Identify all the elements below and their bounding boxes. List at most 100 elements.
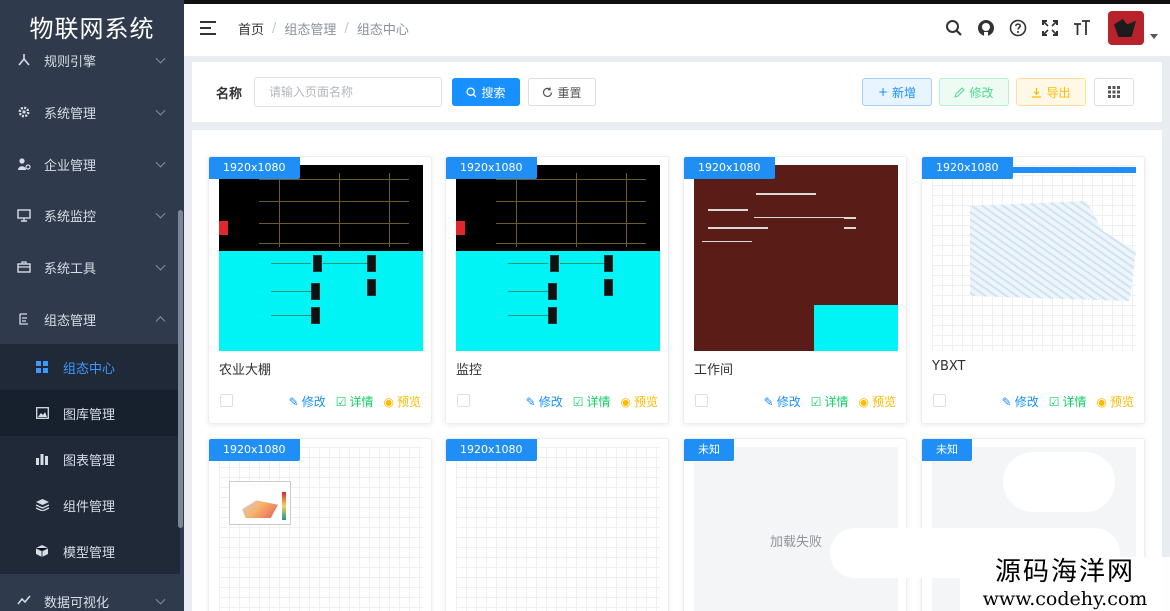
chevron-down-icon	[155, 157, 166, 168]
resolution-badge: 1920x1080	[684, 157, 775, 179]
detail-icon: ☑	[1048, 394, 1060, 409]
resolution-badge: 1920x1080	[209, 439, 300, 461]
sidebar-item-label: 企业管理	[44, 158, 97, 174]
card-preview-link[interactable]: ◉ 预览	[1097, 393, 1135, 410]
sidebar-subitem-gallery[interactable]: 图库管理	[0, 390, 180, 436]
sidebar-item-visualization[interactable]: 数据可视化	[0, 578, 184, 611]
top-header: 首页 / 组态管理 / 组态中心	[184, 0, 1170, 56]
edit-icon: ✎	[1001, 394, 1012, 409]
card-preview-link[interactable]: ◉ 预览	[384, 393, 422, 410]
add-button[interactable]: + 新增	[862, 78, 932, 106]
sidebar-item-label: 数据可视化	[44, 595, 110, 611]
search-icon	[466, 86, 477, 97]
sidebar-subitem-label: 图库管理	[63, 407, 116, 423]
resolution-badge: 1920x1080	[922, 157, 1013, 179]
caret-down-icon[interactable]	[1150, 33, 1158, 39]
card-edit-link[interactable]: ✎ 修改	[289, 393, 326, 410]
card-thumbnail[interactable]	[219, 165, 423, 351]
bar-chart-icon	[35, 452, 49, 466]
grid-icon	[35, 360, 49, 374]
refresh-icon	[543, 87, 553, 97]
eye-icon: ◉	[620, 394, 631, 409]
chevron-down-icon	[155, 594, 166, 605]
sidebar-scrollbar[interactable]	[178, 210, 183, 528]
hamburger-menu-icon[interactable]	[200, 21, 216, 35]
card-detail-link[interactable]: ☑ 详情	[811, 393, 849, 410]
sidebar-subitem-config-center[interactable]: 组态中心	[0, 344, 180, 390]
chevron-down-icon	[155, 53, 166, 64]
card-title: 农业大棚	[219, 363, 272, 378]
sidebar-subitem-charts[interactable]: 图表管理	[0, 436, 180, 482]
card-title: YBXT	[932, 359, 966, 374]
card-thumbnail[interactable]	[694, 165, 898, 351]
resolution-badge: 1920x1080	[446, 157, 537, 179]
sidebar-subitem-label: 图表管理	[63, 453, 116, 469]
edit-button-label: 修改	[969, 85, 994, 100]
eye-icon: ◉	[858, 394, 869, 409]
detail-icon: ☑	[572, 394, 584, 409]
card-checkbox[interactable]	[457, 394, 470, 407]
card-preview-link[interactable]: ◉ 预览	[621, 393, 659, 410]
card-checkbox[interactable]	[695, 394, 708, 407]
card-thumbnail[interactable]	[932, 165, 1136, 351]
sidebar-item-rule-engine[interactable]: 规则引擎	[0, 37, 184, 83]
search-button[interactable]: 搜索	[452, 78, 520, 106]
sidebar-item-tools[interactable]: 系统工具	[0, 244, 184, 290]
help-icon[interactable]	[1008, 18, 1028, 38]
load-failed-text: 加载失败	[769, 534, 822, 550]
card-detail-link[interactable]: ☑ 详情	[336, 393, 374, 410]
chevron-up-icon	[155, 316, 166, 327]
github-icon[interactable]	[976, 18, 996, 38]
card-checkbox[interactable]	[220, 394, 233, 407]
card-actions: ✎ 修改 ☑ 详情 ◉ 预览	[526, 393, 658, 410]
config-card[interactable]: 1920x1080	[208, 438, 432, 611]
toggle-columns-button[interactable]	[1094, 78, 1134, 106]
card-edit-link[interactable]: ✎ 修改	[526, 393, 563, 410]
fullscreen-icon[interactable]	[1040, 18, 1060, 38]
card-title: 监控	[456, 363, 483, 378]
sidebar-item-system[interactable]: 系统管理	[0, 89, 184, 135]
watermark-line2: www.codehy.com	[982, 588, 1148, 610]
page-name-input[interactable]	[254, 77, 442, 107]
breadcrumb-config[interactable]: 组态管理	[284, 19, 336, 38]
cube-icon	[35, 544, 49, 558]
font-size-icon[interactable]	[1072, 18, 1092, 38]
gear-icon	[16, 104, 32, 120]
export-button[interactable]: 导出	[1016, 78, 1086, 106]
search-icon[interactable]	[944, 18, 964, 38]
card-edit-link[interactable]: ✎ 修改	[1002, 393, 1039, 410]
card-actions: ✎ 修改 ☑ 详情 ◉ 预览	[1002, 393, 1134, 410]
config-card[interactable]: 1920x1080 农业大棚 ✎ 修改 ☑ 详情 ◉ 预览	[208, 156, 432, 424]
toolbox-icon	[16, 259, 32, 275]
card-preview-link[interactable]: ◉ 预览	[859, 393, 897, 410]
download-icon	[1032, 87, 1042, 98]
config-card[interactable]: 未知 加载失败	[683, 438, 907, 611]
sidebar-item-monitor[interactable]: 系统监控	[0, 192, 184, 238]
monitor-icon	[16, 207, 32, 223]
config-card[interactable]: 1920x1080	[445, 438, 669, 611]
edit-button[interactable]: 修改	[939, 78, 1009, 106]
card-actions: ✎ 修改 ☑ 详情 ◉ 预览	[289, 393, 421, 410]
enterprise-icon	[16, 156, 32, 172]
edit-icon: ✎	[525, 394, 536, 409]
card-thumbnail[interactable]	[456, 447, 660, 611]
sidebar-item-enterprise[interactable]: 企业管理	[0, 141, 184, 187]
reset-button[interactable]: 重置	[528, 78, 596, 106]
breadcrumb-home[interactable]: 首页	[238, 19, 264, 38]
card-edit-link[interactable]: ✎ 修改	[764, 393, 801, 410]
card-thumbnail[interactable]	[456, 165, 660, 351]
unknown-badge: 未知	[922, 439, 972, 461]
sidebar-subitem-models[interactable]: 模型管理	[0, 528, 180, 574]
config-card[interactable]: 1920x1080 监控 ✎ 修改 ☑ 详情 ◉ 预览	[445, 156, 669, 424]
sidebar: 物联网系统 规则引擎 系统管理 企业管理 系统监控 系统工具 组态管理 组态中心…	[0, 0, 184, 611]
card-checkbox[interactable]	[933, 394, 946, 407]
sidebar-subitem-components[interactable]: 组件管理	[0, 482, 180, 528]
card-thumbnail[interactable]	[219, 447, 423, 611]
sidebar-item-config[interactable]: 组态管理	[0, 296, 184, 342]
card-detail-link[interactable]: ☑ 详情	[573, 393, 611, 410]
breadcrumb: 首页 / 组态管理 / 组态中心	[238, 19, 409, 38]
avatar[interactable]	[1108, 11, 1144, 45]
config-card[interactable]: 1920x1080 YBXT ✎ 修改 ☑ 详情 ◉ 预览	[921, 156, 1145, 424]
card-detail-link[interactable]: ☑ 详情	[1049, 393, 1087, 410]
config-card[interactable]: 1920x1080 工作间 ✎ 修改 ☑ 详情 ◉ 预览	[683, 156, 907, 424]
